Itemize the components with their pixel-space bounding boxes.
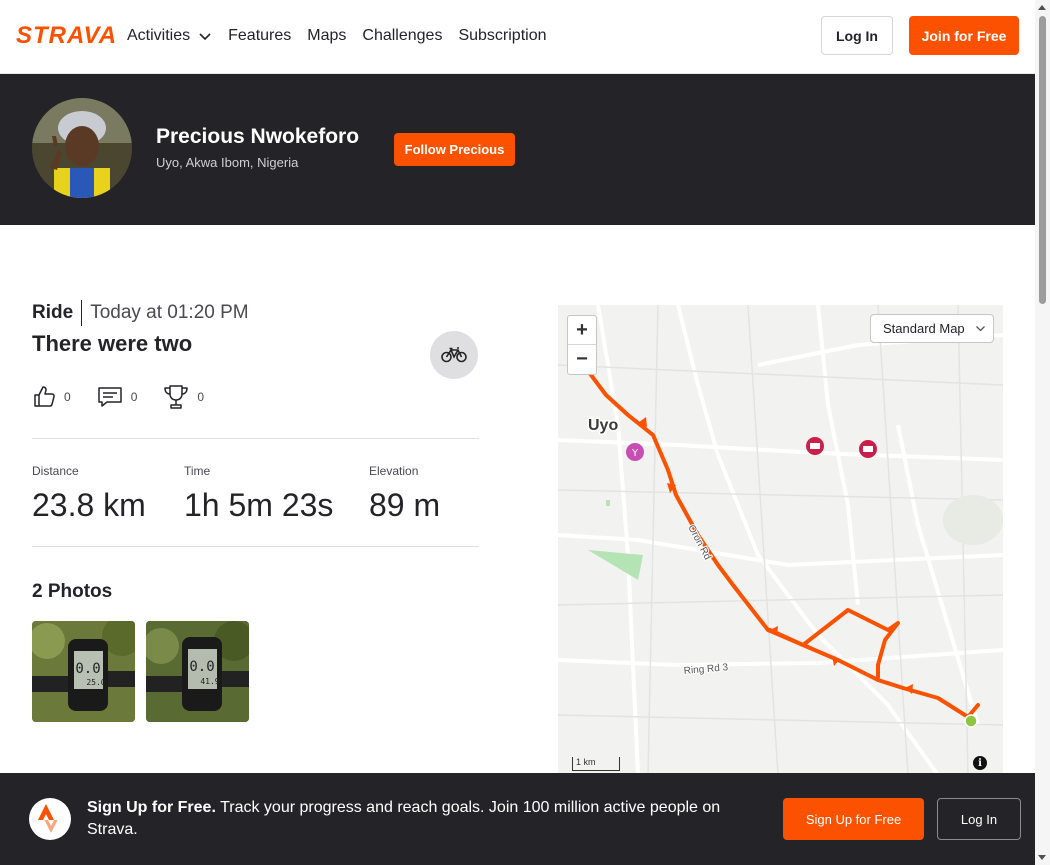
social-actions: 0 0 0 — [32, 384, 204, 410]
strava-icon — [29, 798, 71, 840]
cta-signup-button[interactable]: Sign Up for Free — [783, 798, 924, 840]
scroll-down-arrow[interactable] — [1038, 855, 1046, 860]
comment-icon — [97, 387, 122, 407]
photos-title: 2 Photos — [32, 581, 113, 602]
stat-label: Elevation — [369, 464, 419, 478]
route-map[interactable]: Y Uyo Oron Rd Ring Rd 3 + − Standard Map… — [558, 305, 1003, 775]
svg-text:Y: Y — [631, 448, 639, 459]
odometer-reading: 25.0 — [86, 678, 105, 687]
divider — [32, 546, 479, 547]
athlete-name[interactable]: Precious Nwokeforo — [156, 125, 359, 149]
nav-challenges[interactable]: Challenges — [362, 26, 442, 46]
stat-label: Time — [184, 464, 211, 478]
map-city-label: Uyo — [588, 417, 618, 434]
thumbs-up-icon — [34, 386, 55, 407]
zoom-controls: + − — [567, 315, 597, 375]
nav-links: Activities Features Maps Challenges Subs… — [127, 26, 547, 46]
stat-distance: Distance 23.8 km — [32, 464, 152, 524]
athlete-location: Uyo, Akwa Ibom, Nigeria — [156, 155, 299, 170]
comments-button[interactable]: 0 — [97, 384, 138, 410]
activity-title: There were two — [32, 331, 193, 356]
bike-icon — [441, 347, 467, 363]
stat-value: 1h 5m 23s — [184, 487, 334, 523]
activity-photo[interactable]: 0.0 25.0 — [32, 621, 135, 722]
stat-time: Time 1h 5m 23s — [184, 464, 337, 524]
scroll-up-arrow[interactable] — [1038, 5, 1046, 10]
achievements-count: 0 — [197, 390, 205, 404]
cta-headline: Sign Up for Free. — [87, 799, 216, 816]
map-style-label: Standard Map — [883, 321, 965, 336]
chevron-down-icon — [975, 326, 985, 332]
activity-type: Ride — [32, 300, 83, 326]
stat-value: 89 m — [369, 487, 441, 523]
svg-text:0.0: 0.0 — [75, 661, 100, 677]
activity-date: Today at 01:20 PM — [90, 302, 249, 323]
signup-cta-bar: Sign Up for Free. Track your progress an… — [0, 773, 1035, 865]
nav-maps[interactable]: Maps — [307, 26, 346, 46]
activity-photo[interactable]: 0.0 41.9 — [146, 621, 249, 722]
zoom-in-button[interactable]: + — [568, 316, 596, 345]
stat-value: 23.8 km — [32, 487, 146, 523]
stat-label: Distance — [32, 464, 79, 478]
nav-features[interactable]: Features — [228, 26, 291, 46]
scrollbar[interactable] — [1035, 0, 1050, 865]
kudos-button[interactable]: 0 — [32, 384, 71, 410]
join-button[interactable]: Join for Free — [909, 16, 1019, 55]
activity-stats: Distance 23.8 km Time 1h 5m 23s Elevatio… — [32, 464, 472, 524]
nav-activities[interactable]: Activities — [127, 26, 212, 46]
svg-text:0.0: 0.0 — [189, 659, 214, 675]
kudos-count: 0 — [64, 390, 71, 404]
cta-message: Sign Up for Free. Track your progress an… — [87, 797, 757, 841]
athlete-banner: Precious Nwokeforo Uyo, Akwa Ibom, Niger… — [0, 74, 1035, 225]
nav-subscription[interactable]: Subscription — [458, 26, 546, 46]
top-nav: STRAVA Activities Features Maps Challeng… — [0, 0, 1035, 74]
map-style-select[interactable]: Standard Map — [870, 314, 994, 343]
chevron-down-icon — [199, 33, 211, 41]
activity-header: Ride Today at 01:20 PM — [32, 300, 249, 326]
strava-logo[interactable]: STRAVA — [16, 24, 117, 48]
map-scale: 1 km — [572, 757, 620, 771]
login-button[interactable]: Log In — [821, 16, 893, 55]
scrollbar-thumb[interactable] — [1039, 16, 1046, 304]
stat-elevation: Elevation 89 m — [369, 464, 440, 524]
comments-count: 0 — [130, 390, 138, 404]
follow-button[interactable]: Follow Precious — [394, 133, 515, 166]
nav-activities-label: Activities — [127, 27, 191, 44]
avatar[interactable] — [32, 98, 132, 198]
zoom-out-button[interactable]: − — [568, 345, 596, 374]
odometer-reading: 41.9 — [200, 677, 219, 686]
divider — [32, 438, 479, 439]
info-icon[interactable]: i — [973, 756, 987, 770]
achievements-button[interactable]: 0 — [163, 384, 204, 410]
sport-badge — [430, 331, 478, 379]
cta-login-button[interactable]: Log In — [937, 798, 1021, 840]
map-canvas: Y Uyo Oron Rd Ring Rd 3 — [558, 305, 1003, 775]
trophy-icon — [164, 385, 189, 409]
